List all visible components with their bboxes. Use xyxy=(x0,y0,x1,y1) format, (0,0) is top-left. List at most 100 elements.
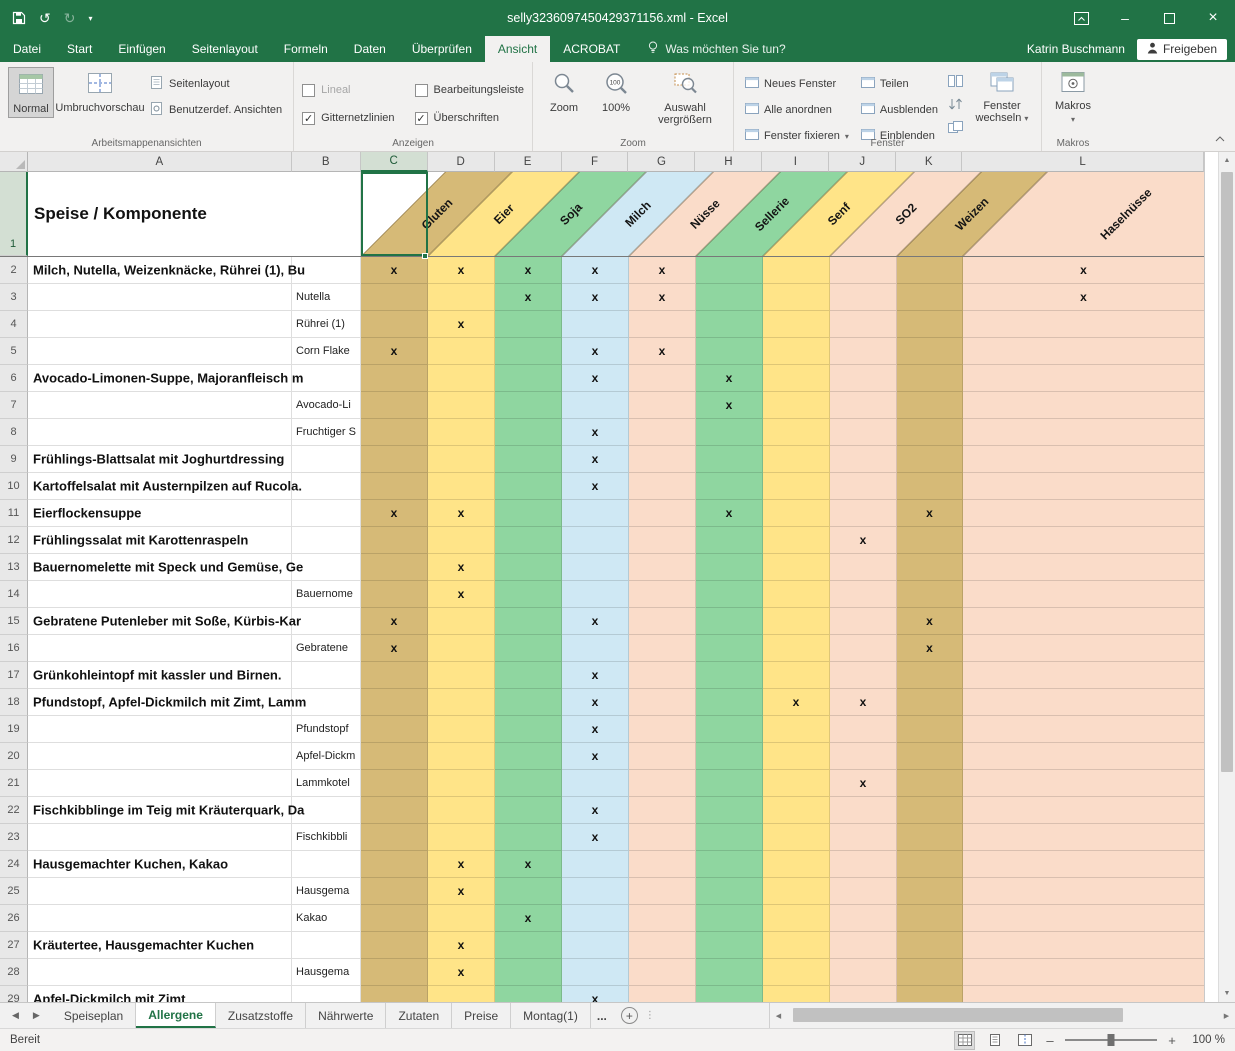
cell-E10[interactable] xyxy=(495,473,562,500)
cell-A14[interactable] xyxy=(28,581,292,608)
cell-G13[interactable] xyxy=(629,554,696,581)
checkbox-box-gitternetzlinien[interactable]: ✓ xyxy=(302,112,315,125)
cell-H28[interactable] xyxy=(696,959,763,986)
cell-K7[interactable] xyxy=(897,392,963,419)
ribbon-tab-acrobat[interactable]: ACROBAT xyxy=(550,36,633,62)
cell-L21[interactable] xyxy=(963,770,1205,797)
cell-A3[interactable] xyxy=(28,284,292,311)
cell-D19[interactable] xyxy=(428,716,495,743)
cell-F8[interactable]: x xyxy=(562,419,629,446)
col-header-E[interactable]: E xyxy=(495,152,562,172)
ribbon-tab-daten[interactable]: Daten xyxy=(341,36,399,62)
cell-B23[interactable]: Fischkibbli xyxy=(292,824,361,851)
maximize-icon[interactable] xyxy=(1147,0,1191,36)
page-break-shortcut-icon[interactable] xyxy=(1014,1031,1035,1050)
custom-views-button[interactable]: Benutzerdef. Ansichten xyxy=(146,99,285,121)
cell-H7[interactable]: x xyxy=(696,392,763,419)
cell-I6[interactable] xyxy=(763,365,830,392)
cell-A15[interactable]: Gebratene Putenleber mit Soße, Kürbis-Ka… xyxy=(28,608,292,635)
cell-L27[interactable] xyxy=(963,932,1205,959)
save-icon[interactable] xyxy=(12,11,26,25)
cell-C24[interactable] xyxy=(361,851,428,878)
cell-G11[interactable] xyxy=(629,500,696,527)
cell-G7[interactable] xyxy=(629,392,696,419)
cell-H17[interactable] xyxy=(696,662,763,689)
cell-E3[interactable]: x xyxy=(495,284,562,311)
cell-J15[interactable] xyxy=(830,608,897,635)
cell-E25[interactable] xyxy=(495,878,562,905)
ribbon-tab-datei[interactable]: Datei xyxy=(0,36,54,62)
cell-L23[interactable] xyxy=(963,824,1205,851)
cell-F9[interactable]: x xyxy=(562,446,629,473)
cell-J23[interactable] xyxy=(830,824,897,851)
sheet-tab-zutaten[interactable]: Zutaten xyxy=(386,1003,452,1028)
tab-splitter-handle[interactable]: ⋮ xyxy=(646,1003,654,1028)
cell-E6[interactable] xyxy=(495,365,562,392)
cell-I14[interactable] xyxy=(763,581,830,608)
cell-D23[interactable] xyxy=(428,824,495,851)
cell-D25[interactable]: x xyxy=(428,878,495,905)
cell-A23[interactable] xyxy=(28,824,292,851)
cell-D28[interactable]: x xyxy=(428,959,495,986)
selected-cell-C1[interactable] xyxy=(361,172,428,256)
tell-me-search[interactable]: Was möchten Sie tun? xyxy=(647,36,785,62)
cell-G4[interactable] xyxy=(629,311,696,338)
cell-D15[interactable] xyxy=(428,608,495,635)
cell-I7[interactable] xyxy=(763,392,830,419)
cell-I28[interactable] xyxy=(763,959,830,986)
col-header-C[interactable]: C xyxy=(361,152,428,172)
cell-C14[interactable] xyxy=(361,581,428,608)
cell-B20[interactable]: Apfel-Dickm xyxy=(292,743,361,770)
sheet-tab-montag(1)[interactable]: Montag(1) xyxy=(511,1003,591,1028)
cell-G12[interactable] xyxy=(629,527,696,554)
cell-E17[interactable] xyxy=(495,662,562,689)
cell-A13[interactable]: Bauernomelette mit Speck und Gemüse, Ge xyxy=(28,554,292,581)
cell-H27[interactable] xyxy=(696,932,763,959)
cell-C3[interactable] xyxy=(361,284,428,311)
cell-C6[interactable] xyxy=(361,365,428,392)
cell-L8[interactable] xyxy=(963,419,1205,446)
cell-D17[interactable] xyxy=(428,662,495,689)
minimize-icon[interactable]: – xyxy=(1103,0,1147,36)
cell-K3[interactable] xyxy=(897,284,963,311)
vertical-scrollbar[interactable]: ▲ ▼ xyxy=(1218,152,1235,1002)
cell-G6[interactable] xyxy=(629,365,696,392)
cell-C5[interactable]: x xyxy=(361,338,428,365)
cell-I5[interactable] xyxy=(763,338,830,365)
cell-H15[interactable] xyxy=(696,608,763,635)
row-header-14[interactable]: 14 xyxy=(0,581,28,608)
col-header-A[interactable]: A xyxy=(28,152,292,172)
cell-J18[interactable]: x xyxy=(830,689,897,716)
cell-D18[interactable] xyxy=(428,689,495,716)
cell-I13[interactable] xyxy=(763,554,830,581)
cell-F25[interactable] xyxy=(562,878,629,905)
arrange-all-button[interactable]: Alle anordnen xyxy=(742,99,852,121)
cell-J6[interactable] xyxy=(830,365,897,392)
cell-H23[interactable] xyxy=(696,824,763,851)
col-header-D[interactable]: D xyxy=(428,152,495,172)
cell-B26[interactable]: Kakao xyxy=(292,905,361,932)
row-header-7[interactable]: 7 xyxy=(0,392,28,419)
cell-K19[interactable] xyxy=(897,716,963,743)
row-header-17[interactable]: 17 xyxy=(0,662,28,689)
row-header-4[interactable]: 4 xyxy=(0,311,28,338)
row-header-21[interactable]: 21 xyxy=(0,770,28,797)
cell-F11[interactable] xyxy=(562,500,629,527)
cell-F28[interactable] xyxy=(562,959,629,986)
cell-I12[interactable] xyxy=(763,527,830,554)
row-header-8[interactable]: 8 xyxy=(0,419,28,446)
zoom-100-button[interactable]: 100 100% xyxy=(593,67,639,116)
row-header-18[interactable]: 18 xyxy=(0,689,28,716)
cell-C23[interactable] xyxy=(361,824,428,851)
cell-J26[interactable] xyxy=(830,905,897,932)
cell-K12[interactable] xyxy=(897,527,963,554)
cell-D14[interactable]: x xyxy=(428,581,495,608)
cell-K15[interactable]: x xyxy=(897,608,963,635)
cell-J11[interactable] xyxy=(830,500,897,527)
cell-F12[interactable] xyxy=(562,527,629,554)
cell-H5[interactable] xyxy=(696,338,763,365)
cell-I26[interactable] xyxy=(763,905,830,932)
cell-D24[interactable]: x xyxy=(428,851,495,878)
cell-B7[interactable]: Avocado-Li xyxy=(292,392,361,419)
ribbon-tab-überprüfen[interactable]: Überprüfen xyxy=(399,36,485,62)
